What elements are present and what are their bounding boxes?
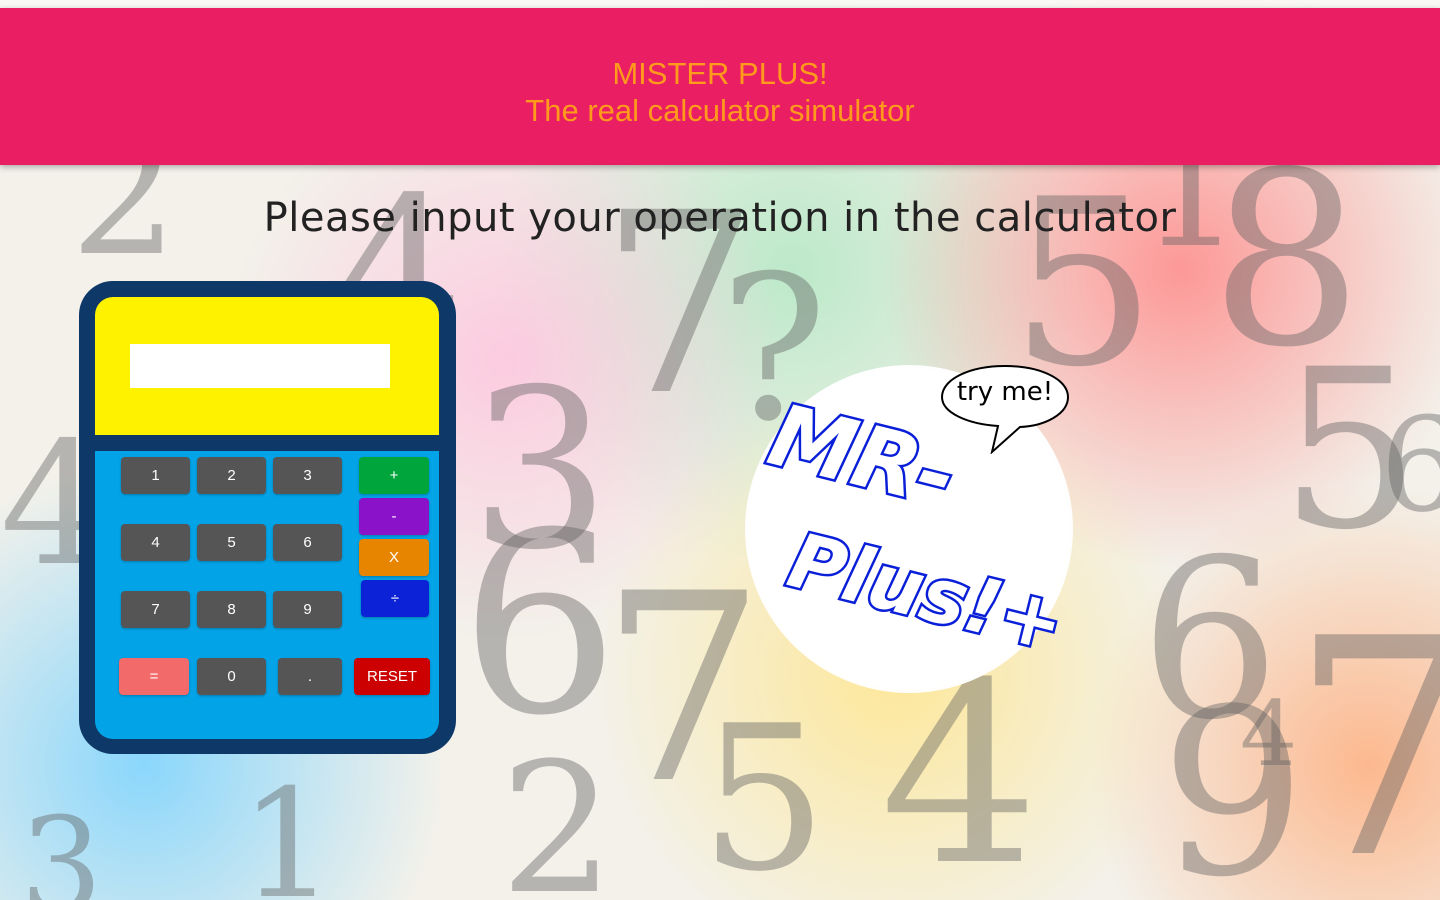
key-0[interactable]: 0 (197, 658, 266, 695)
bg-digit: 5 (1280, 322, 1420, 578)
bg-digit: 1 (240, 758, 336, 900)
bg-digit: 9 (1160, 661, 1307, 900)
decimal-point-button[interactable]: . (278, 658, 342, 695)
key-1[interactable]: 1 (121, 457, 190, 494)
equals-button[interactable]: = (119, 658, 189, 695)
bg-digit: 6 (460, 479, 620, 770)
divide-button[interactable]: ÷ (361, 580, 429, 617)
key-3[interactable]: 3 (273, 457, 342, 494)
app-subtitle: The real calculator simulator (525, 93, 915, 128)
reset-button[interactable]: RESET (354, 658, 430, 695)
minus-button[interactable]: - (359, 498, 429, 535)
instruction-text: Please input your operation in the calcu… (263, 195, 1177, 241)
calculator-display[interactable] (130, 344, 390, 388)
top-strip (0, 0, 1440, 8)
bg-digit: 7 (1290, 575, 1440, 900)
key-5[interactable]: 5 (197, 524, 266, 561)
key-8[interactable]: 8 (197, 591, 266, 628)
bg-digit: 3 (20, 789, 103, 900)
calculator-screen-panel (95, 297, 439, 435)
page-header: MISTER PLUS! The real calculator simulat… (0, 8, 1440, 165)
bg-digit: 3 (470, 342, 610, 598)
bg-digit: 4 (1240, 682, 1298, 787)
speech-bubble-text: try me! (956, 377, 1054, 407)
bg-digit: 6 (1380, 389, 1440, 541)
bg-digit: 5 (700, 683, 828, 900)
key-9[interactable]: 9 (273, 591, 342, 628)
key-2[interactable]: 2 (197, 457, 266, 494)
multiply-button[interactable]: X (359, 539, 429, 576)
key-7[interactable]: 7 (121, 591, 190, 628)
bg-digit: 7 (600, 539, 766, 841)
bg-digit: 6 (1140, 512, 1280, 768)
calculator-keypad: 1 2 3 4 5 6 7 8 9 + - X ÷ = 0 . RESET (95, 451, 439, 739)
bg-digit: 8 (1210, 120, 1363, 400)
calculator: 1 2 3 4 5 6 7 8 9 + - X ÷ = 0 . RESET (79, 281, 456, 754)
plus-button[interactable]: + (359, 457, 429, 494)
key-6[interactable]: 6 (273, 524, 342, 561)
app-title: MISTER PLUS! (612, 56, 828, 91)
key-4[interactable]: 4 (121, 524, 190, 561)
bg-digit: 2 (500, 725, 615, 900)
